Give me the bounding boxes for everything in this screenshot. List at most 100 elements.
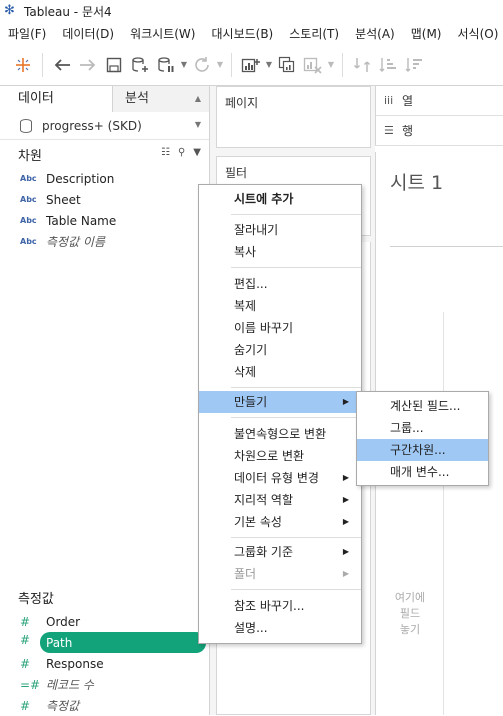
measure-field[interactable]: # Order (0, 611, 210, 632)
database-icon (20, 119, 32, 133)
save-icon[interactable] (101, 52, 127, 78)
swap-rows-columns-icon[interactable] (349, 52, 375, 78)
menu-copy[interactable]: 복사 (199, 241, 361, 263)
rows-shelf[interactable]: ☰ 행 (375, 116, 503, 146)
menu-geographic-role[interactable]: 지리적 역할 ▶ (199, 489, 361, 511)
tab-analysis[interactable]: 분석 ▲▼ (112, 86, 209, 112)
submenu-bins[interactable]: 구간차원... (357, 439, 488, 461)
menu-worksheet[interactable]: 워크시트(W) (122, 25, 203, 42)
shelves: iii 열 ☰ 행 (375, 86, 503, 146)
tableau-logo-icon: ✻ (4, 4, 18, 18)
dimensions-tools: ☷ ⚲ ▼ (161, 147, 201, 158)
menu-bar: 파일(F) 데이터(D) 워크시트(W) 대시보드(B) 스토리(T) 분석(A… (0, 22, 503, 44)
toolbar-separator (342, 53, 343, 77)
dropdown-caret-icon[interactable]: ▼ (215, 60, 225, 69)
submenu-arrow-icon: ▶ (343, 391, 349, 413)
menu-group-by[interactable]: 그룹화 기준 ▶ (199, 541, 361, 563)
pages-card[interactable]: 페이지 (216, 86, 371, 148)
field-name: 측정값 이름 (46, 233, 105, 250)
menu-map[interactable]: 맵(M) (403, 25, 450, 42)
menu-convert-dimension[interactable]: 차원으로 변환 (199, 445, 361, 467)
columns-shelf[interactable]: iii 열 (375, 86, 503, 116)
datasource-item[interactable]: progress+ (SKD) (0, 112, 209, 140)
field-context-menu: 시트에 추가 잘라내기 복사 편집... 복제 이름 바꾸기 숨기기 삭제 만들… (198, 184, 362, 644)
refresh-icon[interactable] (189, 52, 215, 78)
measure-field[interactable]: # 측정값 (0, 695, 210, 716)
redo-icon[interactable] (75, 52, 101, 78)
submenu-calculated-field[interactable]: 계산된 필드... (357, 395, 488, 417)
dimension-field[interactable]: Abc 측정값 이름 (0, 231, 209, 252)
view-list-icon[interactable]: ☷ (161, 147, 170, 158)
menu-duplicate[interactable]: 복제 (199, 295, 361, 317)
search-icon[interactable]: ⚲ (178, 147, 185, 158)
menu-story[interactable]: 스토리(T) (281, 25, 347, 42)
menu-convert-discrete[interactable]: 불연속형으로 변환 (199, 423, 361, 445)
menu-edit[interactable]: 편집... (199, 273, 361, 295)
menu-format[interactable]: 서식(O) (450, 25, 503, 42)
window-title: Tableau - 문서4 (24, 3, 112, 20)
title-bar: ✻ Tableau - 문서4 (0, 0, 503, 22)
string-type-icon: Abc (20, 216, 46, 225)
submenu-parameter[interactable]: 매개 변수... (357, 461, 488, 483)
string-type-icon: Abc (20, 195, 46, 204)
menu-describe[interactable]: 설명... (199, 617, 361, 639)
tableau-home-icon[interactable] (10, 52, 36, 78)
new-datasource-icon[interactable] (127, 52, 153, 78)
rows-label: 행 (402, 122, 413, 139)
dimensions-header: 차원 ☷ ⚲ ▼ (0, 140, 209, 168)
drop-hint-line: 필드 (386, 606, 434, 622)
sheet-title[interactable]: 시트 1 (390, 168, 443, 195)
undo-icon[interactable] (49, 52, 75, 78)
sort-ascending-icon[interactable] (375, 52, 401, 78)
menu-data[interactable]: 데이터(D) (54, 25, 122, 42)
drop-field-hint: 여기에 필드 놓기 (386, 590, 434, 638)
dimension-field[interactable]: Abc Description (0, 168, 209, 189)
menu-delete[interactable]: 삭제 (199, 361, 361, 383)
menu-analysis[interactable]: 분석(A) (347, 25, 403, 42)
new-worksheet-icon[interactable] (238, 52, 264, 78)
view-divider (390, 246, 503, 247)
measures-header: 측정값 (0, 583, 210, 611)
menu-hide[interactable]: 숨기기 (199, 339, 361, 361)
menu-default-properties[interactable]: 기본 속성 ▶ (199, 511, 361, 533)
menu-dashboard[interactable]: 대시보드(B) (203, 25, 281, 42)
tab-data[interactable]: 데이터 (0, 86, 112, 112)
dimension-field[interactable]: Abc Sheet (0, 189, 209, 210)
number-type-icon: # (20, 615, 46, 629)
measure-field[interactable]: =# 레코드 수 (0, 674, 210, 695)
measures-label: 측정값 (18, 588, 54, 607)
rows-icon: ☰ (384, 124, 402, 137)
field-name: 측정값 (46, 697, 79, 714)
menu-create[interactable]: 만들기 ▶ (199, 391, 361, 413)
menu-rename[interactable]: 이름 바꾸기 (199, 317, 361, 339)
menu-separator (231, 589, 361, 590)
dropdown-caret-icon[interactable]: ▼ (179, 60, 189, 69)
menu-change-data-type[interactable]: 데이터 유형 변경 ▶ (199, 467, 361, 489)
dropdown-caret-icon[interactable]: ▼ (326, 60, 336, 69)
clear-sheet-icon[interactable] (300, 52, 326, 78)
field-name: Order (46, 615, 80, 629)
dimension-field[interactable]: Abc Table Name (0, 210, 209, 231)
submenu-arrow-icon: ▶ (343, 489, 349, 511)
menu-file[interactable]: 파일(F) (0, 25, 54, 42)
drop-field-area[interactable] (376, 312, 444, 715)
pause-updates-icon[interactable] (153, 52, 179, 78)
menu-cut[interactable]: 잘라내기 (199, 219, 361, 241)
columns-label: 열 (402, 92, 413, 109)
sort-descending-icon[interactable] (401, 52, 427, 78)
pages-card-title: 페이지 (225, 96, 258, 110)
menu-add-to-sheet[interactable]: 시트에 추가 (199, 188, 361, 210)
duplicate-sheet-icon[interactable] (274, 52, 300, 78)
dropdown-caret-icon[interactable]: ▼ (193, 147, 201, 158)
string-type-icon: Abc (20, 174, 46, 183)
pane-tabs: 데이터 분석 ▲▼ (0, 86, 209, 112)
dropdown-caret-icon[interactable]: ▼ (264, 60, 274, 69)
submenu-group[interactable]: 그룹... (357, 417, 488, 439)
columns-icon: iii (384, 94, 402, 107)
toolbar-separator (42, 53, 43, 77)
menu-replace-references[interactable]: 참조 바꾸기... (199, 595, 361, 617)
datasource-name: progress+ (SKD) (42, 119, 142, 133)
number-type-icon: # (20, 657, 46, 671)
measure-field-selected[interactable]: Path (40, 632, 206, 653)
measure-field[interactable]: # Response (0, 653, 210, 674)
